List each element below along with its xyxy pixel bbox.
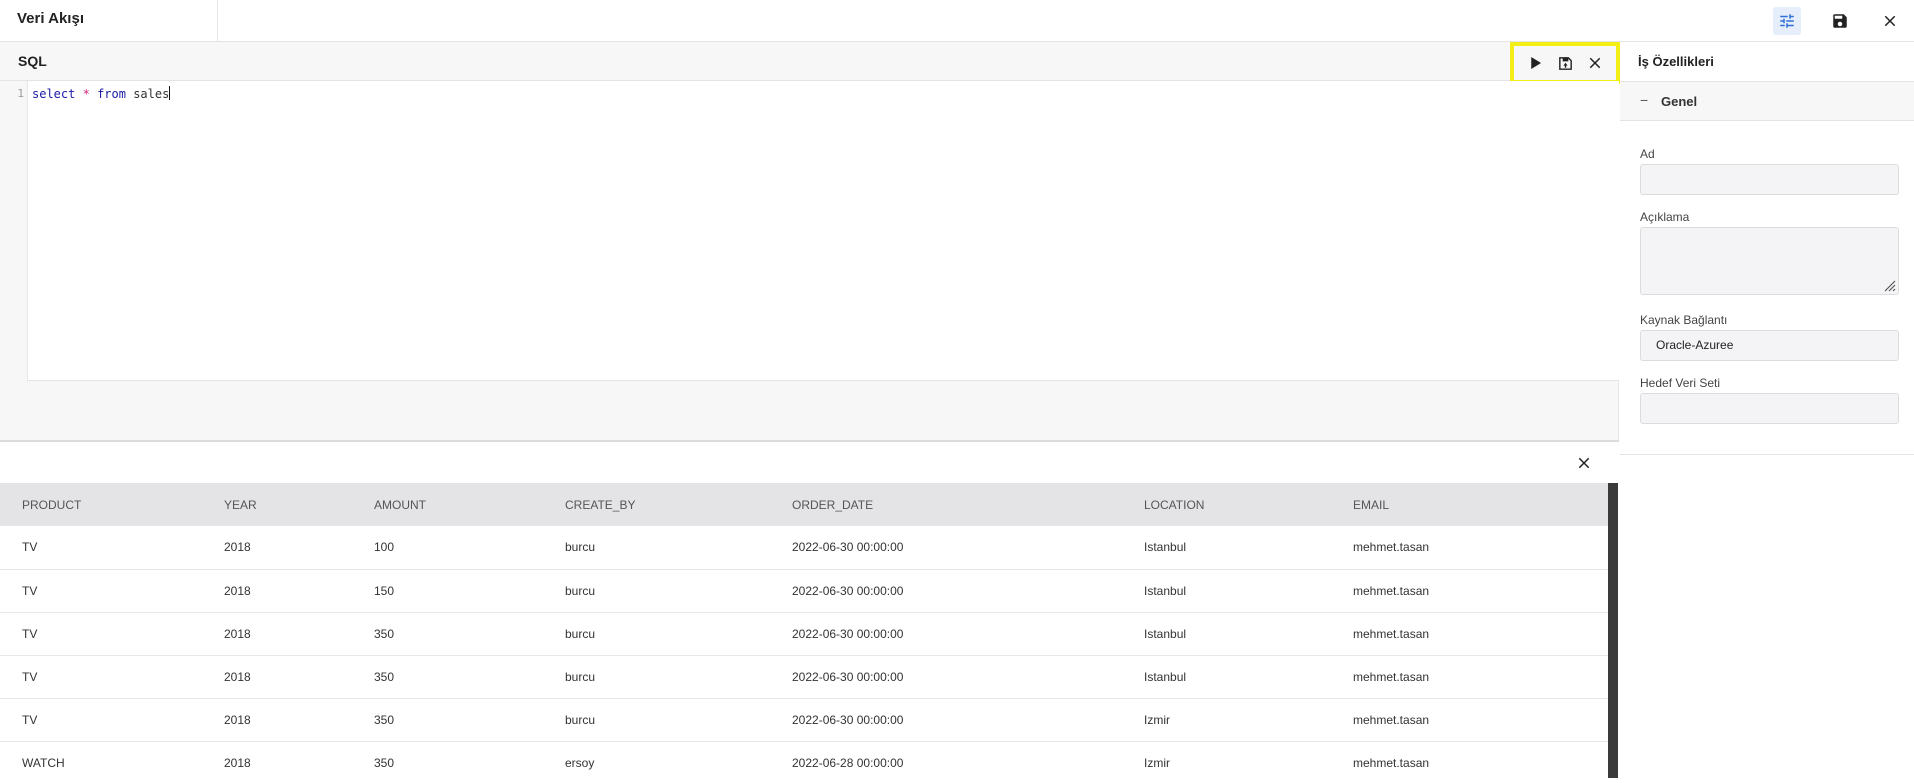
save-icon[interactable] (1826, 7, 1854, 35)
close-icon[interactable] (1876, 7, 1904, 35)
properties-title: İş Özellikleri (1638, 54, 1714, 69)
table-cell: mehmet.tasan (1331, 655, 1608, 699)
table-cell: WATCH (0, 741, 202, 783)
table-cell: 350 (352, 612, 543, 656)
table-cell: 2022-06-30 00:00:00 (770, 612, 1122, 656)
column-header[interactable]: AMOUNT (352, 483, 543, 526)
description-label: Açıklama (1640, 210, 1690, 224)
column-header[interactable]: CREATE_BY (543, 483, 770, 526)
column-header[interactable]: LOCATION (1122, 483, 1331, 526)
table-cell: 2018 (202, 741, 352, 783)
table-cell: burcu (543, 569, 770, 613)
column-header[interactable]: PRODUCT (0, 483, 202, 526)
table-cell: Istanbul (1122, 655, 1331, 699)
table-cell: Izmir (1122, 698, 1331, 742)
sql-title: SQL (18, 53, 47, 69)
section-general-label: Genel (1661, 94, 1698, 109)
general-form: Ad Açıklama Kaynak Bağlantı Oracle-Azure… (1620, 121, 1914, 455)
table-cell: 2022-06-30 00:00:00 (770, 655, 1122, 699)
table-cell: 350 (352, 655, 543, 699)
table-cell: 2022-06-30 00:00:00 (770, 526, 1122, 570)
column-header[interactable]: YEAR (202, 483, 352, 526)
code-table-name: sales (133, 87, 170, 101)
table-cell: 2022-06-28 00:00:00 (770, 741, 1122, 783)
table-cell: Istanbul (1122, 526, 1331, 570)
target-dataset-field[interactable] (1640, 393, 1899, 424)
table-cell: 2022-06-30 00:00:00 (770, 698, 1122, 742)
table-cell: mehmet.tasan (1331, 612, 1608, 656)
close-results-icon[interactable] (1571, 450, 1597, 476)
table-cell: 2018 (202, 569, 352, 613)
table-cell: mehmet.tasan (1331, 698, 1608, 742)
table-cell: mehmet.tasan (1331, 526, 1608, 570)
column-header[interactable]: EMAIL (1331, 483, 1608, 526)
table-row[interactable]: TV 2018 350 burcu 2022-06-30 00:00:00 Is… (0, 655, 1608, 699)
close-query-icon[interactable] (1582, 50, 1608, 76)
results-toolbar (0, 442, 1619, 483)
table-cell: TV (0, 698, 202, 742)
table-cell: 2018 (202, 698, 352, 742)
code-keyword-select: select (32, 87, 76, 101)
name-label: Ad (1640, 147, 1655, 161)
table-cell: Istanbul (1122, 612, 1331, 656)
table-row[interactable]: TV 2018 350 burcu 2022-06-30 00:00:00 Iz… (0, 698, 1608, 742)
results-table: PRODUCT YEAR AMOUNT CREATE_BY ORDER_DATE… (0, 483, 1608, 783)
target-dataset-label: Hedef Veri Seti (1640, 376, 1721, 390)
properties-panel: İş Özellikleri − Genel Ad Açıklama Kayna… (1620, 42, 1914, 783)
description-field[interactable] (1640, 227, 1899, 295)
collapse-icon[interactable]: − (1640, 92, 1648, 108)
vertical-scrollbar[interactable] (1608, 483, 1618, 778)
sql-editor[interactable]: 1 select * from sales (0, 81, 1619, 381)
table-cell: TV (0, 569, 202, 613)
code-keyword-from: from (97, 87, 126, 101)
properties-header: İş Özellikleri (1620, 42, 1914, 82)
table-cell: burcu (543, 612, 770, 656)
results-panel: PRODUCT YEAR AMOUNT CREATE_BY ORDER_DATE… (0, 440, 1619, 783)
table-cell: mehmet.tasan (1331, 569, 1608, 613)
title-cell: Veri Akışı (0, 0, 218, 42)
table-header-row: PRODUCT YEAR AMOUNT CREATE_BY ORDER_DATE… (0, 483, 1608, 526)
table-cell: 2022-06-30 00:00:00 (770, 569, 1122, 613)
table-cell: burcu (543, 526, 770, 570)
table-cell: 150 (352, 569, 543, 613)
table-cell: Izmir (1122, 741, 1331, 783)
top-bar: Veri Akışı (0, 0, 1914, 42)
sql-header: SQL (0, 42, 1619, 81)
table-cell: Istanbul (1122, 569, 1331, 613)
table-cell: 2018 (202, 612, 352, 656)
table-cell: 350 (352, 698, 543, 742)
column-header[interactable]: ORDER_DATE (770, 483, 1122, 526)
source-connection-label: Kaynak Bağlantı (1640, 313, 1728, 327)
table-row[interactable]: TV 2018 150 burcu 2022-06-30 00:00:00 Is… (0, 569, 1608, 613)
table-cell: burcu (543, 698, 770, 742)
sql-action-group (1510, 42, 1620, 84)
table-cell: TV (0, 526, 202, 570)
table-cell: 100 (352, 526, 543, 570)
section-general-header[interactable]: − Genel (1620, 82, 1914, 121)
code-line[interactable]: select * from sales (32, 86, 171, 101)
table-cell: TV (0, 612, 202, 656)
resize-handle-icon[interactable] (1882, 278, 1896, 292)
sql-panel: SQL 1 select * from sales (0, 42, 1620, 440)
editor-gutter: 1 (0, 81, 28, 381)
table-row[interactable]: TV 2018 100 burcu 2022-06-30 00:00:00 Is… (0, 526, 1608, 570)
source-connection-field[interactable]: Oracle-Azuree (1640, 330, 1899, 361)
table-cell: 2018 (202, 655, 352, 699)
name-field[interactable] (1640, 164, 1899, 195)
play-icon[interactable] (1522, 50, 1548, 76)
text-cursor (169, 86, 171, 100)
table-cell: TV (0, 655, 202, 699)
table-cell: 350 (352, 741, 543, 783)
table-cell: ersoy (543, 741, 770, 783)
table-row[interactable]: TV 2018 350 burcu 2022-06-30 00:00:00 Is… (0, 612, 1608, 656)
tune-icon[interactable] (1773, 7, 1801, 35)
table-cell: mehmet.tasan (1331, 741, 1608, 783)
table-cell: 2018 (202, 526, 352, 570)
table-row[interactable]: WATCH 2018 350 ersoy 2022-06-28 00:00:00… (0, 741, 1608, 783)
page-title: Veri Akışı (17, 10, 84, 27)
line-number: 1 (17, 87, 24, 100)
code-operator: * (82, 87, 90, 101)
table-cell: burcu (543, 655, 770, 699)
save-query-icon[interactable] (1552, 50, 1578, 76)
